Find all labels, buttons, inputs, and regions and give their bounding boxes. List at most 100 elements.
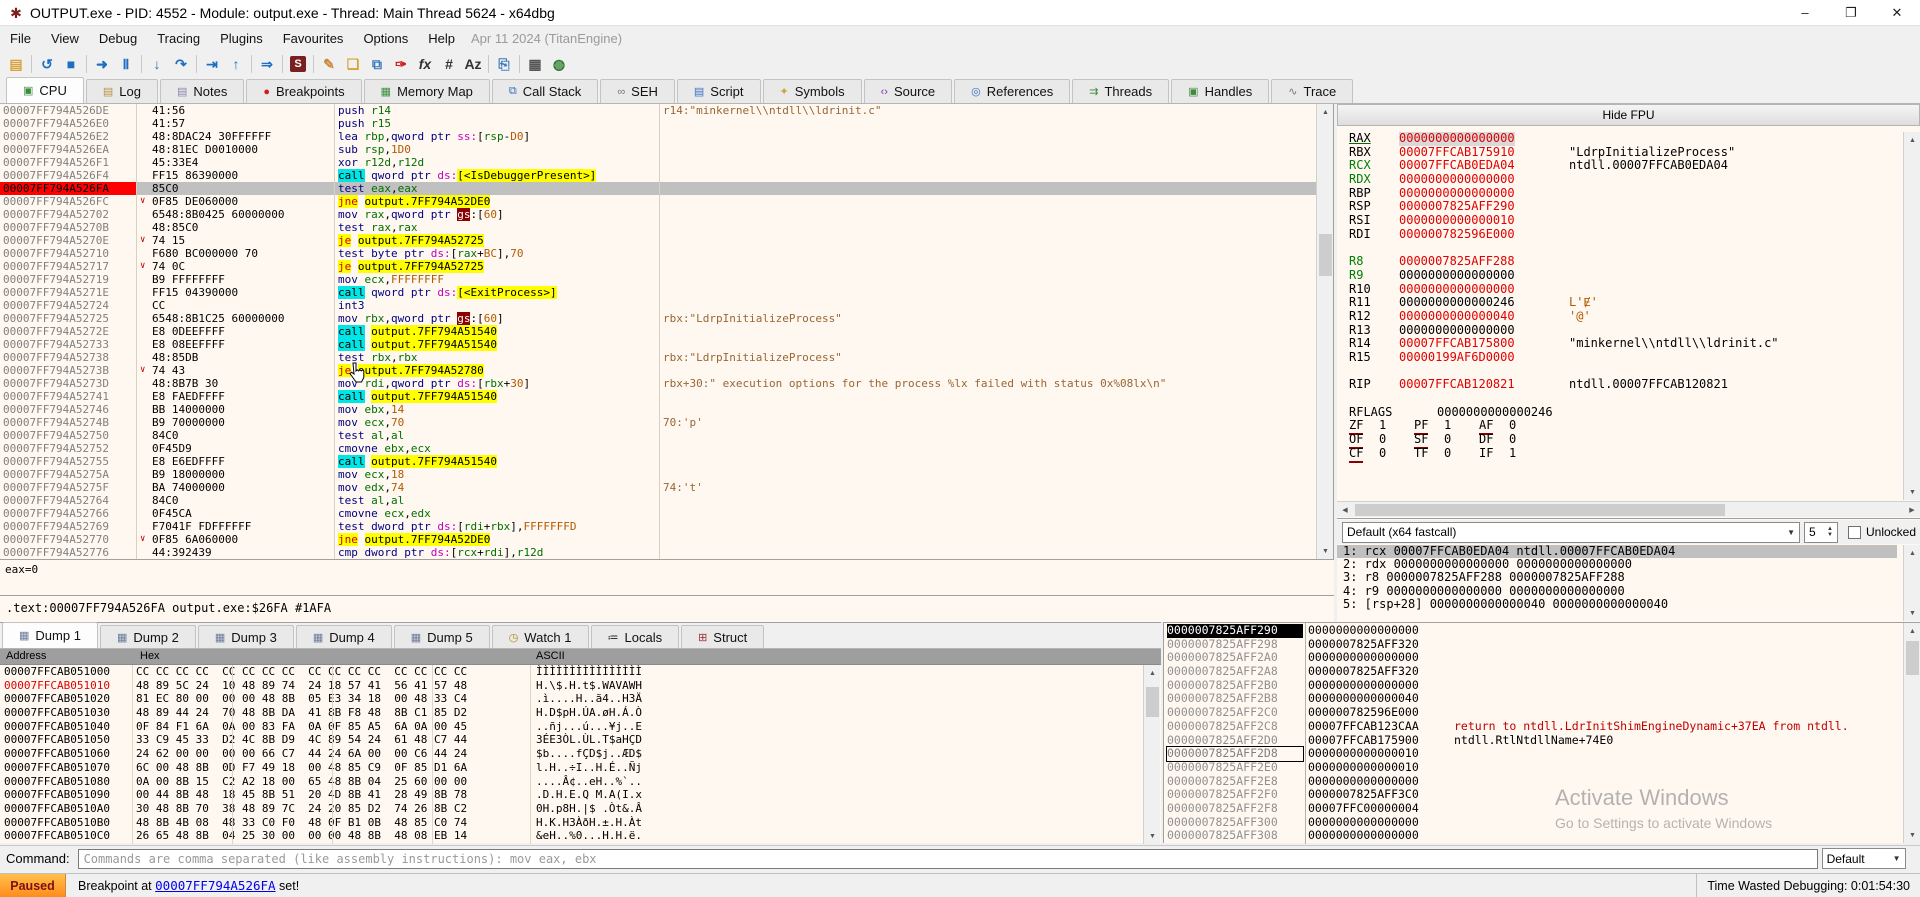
stack-row[interactable]: 0000007825AFF2E80000000000000000 <box>1164 775 1902 789</box>
dump-tab-dump-4[interactable]: ▦Dump 4 <box>296 625 392 648</box>
breakpoint-address-link[interactable]: 00007FF794A526FA <box>155 878 275 893</box>
register-value-r14[interactable]: 00007FFCAB175800 <box>1399 337 1515 351</box>
stack-row[interactable]: 0000007825AFF2F800007FFC00000004 <box>1164 802 1902 816</box>
disasm-row[interactable]: 00007FF794A5270B48:85C0test rax,rax <box>0 221 1316 234</box>
register-row[interactable]: RSI 0000000000000010 <box>1337 214 1897 228</box>
hex-dump-row[interactable]: 00007FFCAB05102081 EC 80 00 00 00 48 8B … <box>0 692 1143 706</box>
hex-dump-row[interactable]: 00007FFCAB0510A030 48 8B 70 38 48 89 7C … <box>0 802 1143 816</box>
stack-row[interactable]: 0000007825AFF2B80000000000000040 <box>1164 692 1902 706</box>
disasm-row[interactable]: 00007FF794A52719B9 FFFFFFFFmov ecx,FFFFF… <box>0 273 1316 286</box>
register-row[interactable]: RIP00007FFCAB120821ntdll.00007FFCAB12082… <box>1337 378 1897 392</box>
register-value-r8[interactable]: 0000007825AFF288 <box>1399 255 1515 269</box>
hex-dump-row[interactable]: 00007FFCAB0510706C 00 48 8B 0D F7 49 18 … <box>0 761 1143 775</box>
argument-row[interactable]: 3: r8 0000007825AFF288 0000007825AFF288 <box>1337 571 1897 584</box>
hex-dump-row[interactable]: 00007FFCAB0510C026 65 48 8B 04 25 30 00 … <box>0 829 1143 843</box>
register-row[interactable]: RCX00007FFCAB0EDA04ntdll.00007FFCAB0EDA0… <box>1337 159 1897 173</box>
register-row[interactable]: RBP0000000000000000 <box>1337 187 1897 201</box>
step-over-icon[interactable]: ↷ <box>169 53 193 75</box>
tab-seh[interactable]: ∞SEH <box>600 79 675 103</box>
stack-row[interactable]: 0000007825AFF2D80000000000000010 <box>1164 747 1902 761</box>
tab-source[interactable]: ‹›Source <box>864 79 953 103</box>
register-row[interactable]: R80000007825AFF288 <box>1337 255 1897 269</box>
flag-label-df[interactable]: DF <box>1479 433 1493 447</box>
disasm-row[interactable]: 00007FF794A52710F680 BC000000 70test byt… <box>0 247 1316 260</box>
register-row[interactable]: RDI000000782596E000 <box>1337 228 1897 242</box>
register-row[interactable]: RDX0000000000000000 <box>1337 173 1897 187</box>
disasm-vscrollbar[interactable]: ▲ ▼ <box>1316 104 1333 559</box>
register-label-rbx[interactable]: RBX <box>1349 146 1371 160</box>
register-row[interactable]: RSP0000007825AFF290 <box>1337 200 1897 214</box>
disasm-row[interactable]: 00007FF794A5277644:392439cmp dword ptr d… <box>0 546 1316 559</box>
stop-icon[interactable]: ■ <box>59 53 83 75</box>
minimize-button[interactable]: – <box>1782 0 1828 25</box>
flag-label-cf[interactable]: CF <box>1349 447 1363 463</box>
stack-row[interactable]: 0000007825AFF2F00000007825AFF3C0 <box>1164 788 1902 802</box>
menu-item-tracing[interactable]: Tracing <box>147 28 210 49</box>
stack-row[interactable]: 0000007825AFF3080000000000000000 <box>1164 829 1902 843</box>
register-value-rbx[interactable]: 00007FFCAB175910 <box>1399 146 1515 160</box>
register-label-r10[interactable]: R10 <box>1349 283 1371 297</box>
disasm-row[interactable]: 00007FF794A5272EE8 0DEEFFFFcall output.7… <box>0 325 1316 338</box>
tab-threads[interactable]: ⇉Threads <box>1072 79 1169 103</box>
register-row[interactable]: ZF1PF1AF0 <box>1337 419 1897 433</box>
argument-count-stepper[interactable]: 5 ▲▼ <box>1804 522 1838 543</box>
unlocked-checkbox[interactable] <box>1848 526 1861 539</box>
register-value-rsp[interactable]: 0000007825AFF290 <box>1399 200 1515 214</box>
tab-handles[interactable]: ▣Handles <box>1171 79 1269 103</box>
flag-label-if[interactable]: IF <box>1479 447 1493 461</box>
disasm-row[interactable]: 00007FF794A5271EFF15 04390000call qword … <box>0 286 1316 299</box>
register-row[interactable]: R90000000000000000 <box>1337 269 1897 283</box>
register-row[interactable]: R130000000000000000 <box>1337 324 1897 338</box>
register-value-rsi[interactable]: 0000000000000010 <box>1399 214 1515 228</box>
execute-till-return-icon[interactable]: ⇥ <box>200 53 224 75</box>
disasm-row[interactable]: 00007FF794A5273D48:8B7B 30mov rdi,qword … <box>0 377 1316 390</box>
disasm-row[interactable]: 00007FF794A526E248:8DAC24 30FFFFFFlea rb… <box>0 130 1316 143</box>
run-to-user-code-icon[interactable]: ⇒ <box>255 53 279 75</box>
hex-dump-row[interactable]: 00007FFCAB05105033 C9 45 33 D2 4C 8B D9 … <box>0 733 1143 747</box>
registers-vscrollbar[interactable]: ▲ ▼ <box>1903 132 1920 500</box>
disasm-row[interactable]: 00007FF794A527660F45CAcmovne ecx,edx <box>0 507 1316 520</box>
stop-animation-icon[interactable]: S <box>286 53 310 75</box>
register-row[interactable]: R1400007FFCAB175800"minkernel\\ntdll\\ld… <box>1337 337 1897 351</box>
menu-item-plugins[interactable]: Plugins <box>210 28 273 49</box>
tab-trace[interactable]: ∿Trace <box>1271 79 1353 103</box>
argument-row[interactable]: 5: [rsp+28] 0000000000000040 00000000000… <box>1337 598 1897 611</box>
stack-row[interactable]: 0000007825AFF3000000000000000000 <box>1164 816 1902 830</box>
disasm-row[interactable]: 00007FF794A526E041:57push r15 <box>0 117 1316 130</box>
command-scope-select[interactable]: Default ▼ <box>1822 848 1906 869</box>
stack-row[interactable]: 0000007825AFF2D000007FFCAB175900ntdll.Rt… <box>1164 734 1902 748</box>
flag-label-tf[interactable]: TF <box>1414 447 1428 461</box>
register-value-rdi[interactable]: 000000782596E000 <box>1399 228 1515 242</box>
register-value-r10[interactable]: 0000000000000000 <box>1399 283 1515 297</box>
register-label-rcx[interactable]: RCX <box>1349 159 1371 173</box>
disasm-row[interactable]: 00007FF794A52755E8 E6EDFFFFcall output.7… <box>0 455 1316 468</box>
register-label-rsi[interactable]: RSI <box>1349 214 1371 228</box>
hide-fpu-button[interactable]: Hide FPU <box>1337 104 1920 126</box>
registers-hscrollbar[interactable]: ◀ ▶ <box>1337 501 1920 517</box>
disasm-row[interactable]: 00007FF794A5275084C0test al,al <box>0 429 1316 442</box>
stack-row[interactable]: 0000007825AFF2A80000007825AFF320 <box>1164 665 1902 679</box>
dump-tab-watch-1[interactable]: ◷Watch 1 <box>492 625 589 648</box>
disasm-row[interactable]: 00007FF794A5274BB9 70000000mov ecx,7070:… <box>0 416 1316 429</box>
disasm-row[interactable]: 00007FF794A52733E8 08EEFFFFcall output.7… <box>0 338 1316 351</box>
calling-convention-select[interactable]: Default (x64 fastcall) ▼ <box>1342 522 1800 543</box>
register-label-rdx[interactable]: RDX <box>1349 173 1371 187</box>
dump-tab-locals[interactable]: ≔Locals <box>591 625 680 648</box>
menu-item-favourites[interactable]: Favourites <box>273 28 354 49</box>
disasm-row[interactable]: 00007FF794A526FA85C0test eax,eax <box>0 182 1316 195</box>
disasm-row[interactable]: 00007FF794A5270E∨74 15je output.7FF794A5… <box>0 234 1316 247</box>
hex-dump-row[interactable]: 00007FFCAB0510400F 84 F1 6A 0A 00 83 FA … <box>0 720 1143 734</box>
tab-script[interactable]: ▤Script <box>677 79 761 103</box>
dump-tab-struct[interactable]: ⊞Struct <box>681 625 764 648</box>
menu-item-debug[interactable]: Debug <box>89 28 147 49</box>
register-row[interactable]: R110000000000000246L'Ɇ' <box>1337 296 1897 310</box>
maximize-button[interactable]: ❐ <box>1828 0 1874 25</box>
label-icon[interactable]: ⧉ <box>365 53 389 75</box>
disasm-row[interactable]: 00007FF794A52746BB 14000000mov ebx,14 <box>0 403 1316 416</box>
hex-dump-row[interactable]: 00007FFCAB0510B048 8B 4B 08 48 33 C0 F0 … <box>0 816 1143 830</box>
dump-vscrollbar[interactable]: ▲ ▼ <box>1143 665 1160 844</box>
disasm-row[interactable]: 00007FF794A5275FBA 74000000mov edx,7474:… <box>0 481 1316 494</box>
register-label-rbp[interactable]: RBP <box>1349 187 1371 201</box>
command-input[interactable]: Commands are comma separated (like assem… <box>78 849 1818 869</box>
register-label-r12[interactable]: R12 <box>1349 310 1371 324</box>
